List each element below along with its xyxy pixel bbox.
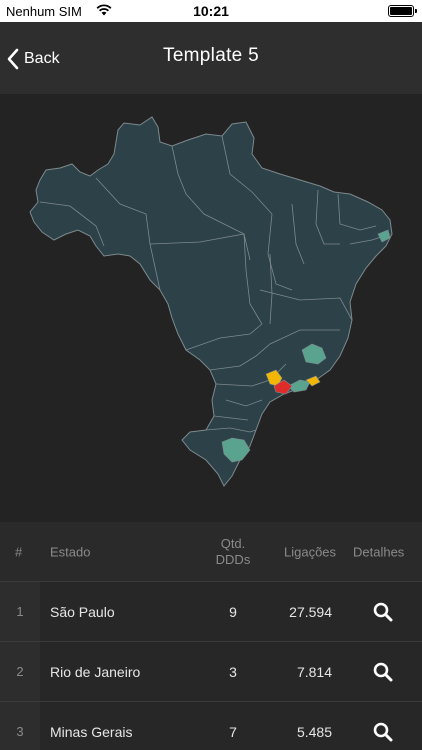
navigation-bar: Back Template 5 xyxy=(0,22,422,94)
header-detalhes: Detalhes xyxy=(353,544,405,559)
row-ligacoes: 5.485 xyxy=(296,723,332,740)
brazil-outline xyxy=(29,116,393,487)
header-ligacoes: Ligações xyxy=(284,544,337,559)
row-qtd: 9 xyxy=(229,603,237,620)
row-estado: Rio de Janeiro xyxy=(50,663,141,680)
header-qtd-ddds: Qtd. DDDs xyxy=(212,536,254,568)
row-qtd: 7 xyxy=(229,723,237,740)
battery-icon xyxy=(388,5,417,17)
header-estado: Estado xyxy=(50,544,91,559)
page-title: Template 5 xyxy=(163,45,259,66)
row-index: 3 xyxy=(0,702,40,750)
row-index: 1 xyxy=(0,582,40,641)
header-qtd-line2: DDDs xyxy=(215,551,251,567)
row-estado: São Paulo xyxy=(50,603,115,620)
search-icon[interactable] xyxy=(372,721,394,743)
status-bar: Nenhum SIM 10:21 xyxy=(0,0,422,22)
clock: 10:21 xyxy=(193,3,229,19)
row-ligacoes: 7.814 xyxy=(296,663,332,680)
brazil-map xyxy=(0,94,422,522)
row-estado: Minas Gerais xyxy=(50,723,133,740)
row-ligacoes: 27.594 xyxy=(289,603,332,620)
search-icon[interactable] xyxy=(372,661,394,683)
table-row[interactable]: 2 Rio de Janeiro 3 7.814 xyxy=(0,642,422,702)
row-index: 2 xyxy=(0,642,40,701)
table-row[interactable]: 3 Minas Gerais 7 5.485 xyxy=(0,702,422,750)
row-qtd: 3 xyxy=(229,663,237,680)
brazil-map-svg xyxy=(29,116,393,487)
header-qtd-line1: Qtd. xyxy=(220,535,246,551)
search-icon[interactable] xyxy=(372,601,394,623)
header-index: # xyxy=(15,544,23,559)
table-header: # Estado Qtd. DDDs Ligações Detalhes xyxy=(0,522,422,582)
table-row[interactable]: 1 São Paulo 9 27.594 xyxy=(0,582,422,642)
